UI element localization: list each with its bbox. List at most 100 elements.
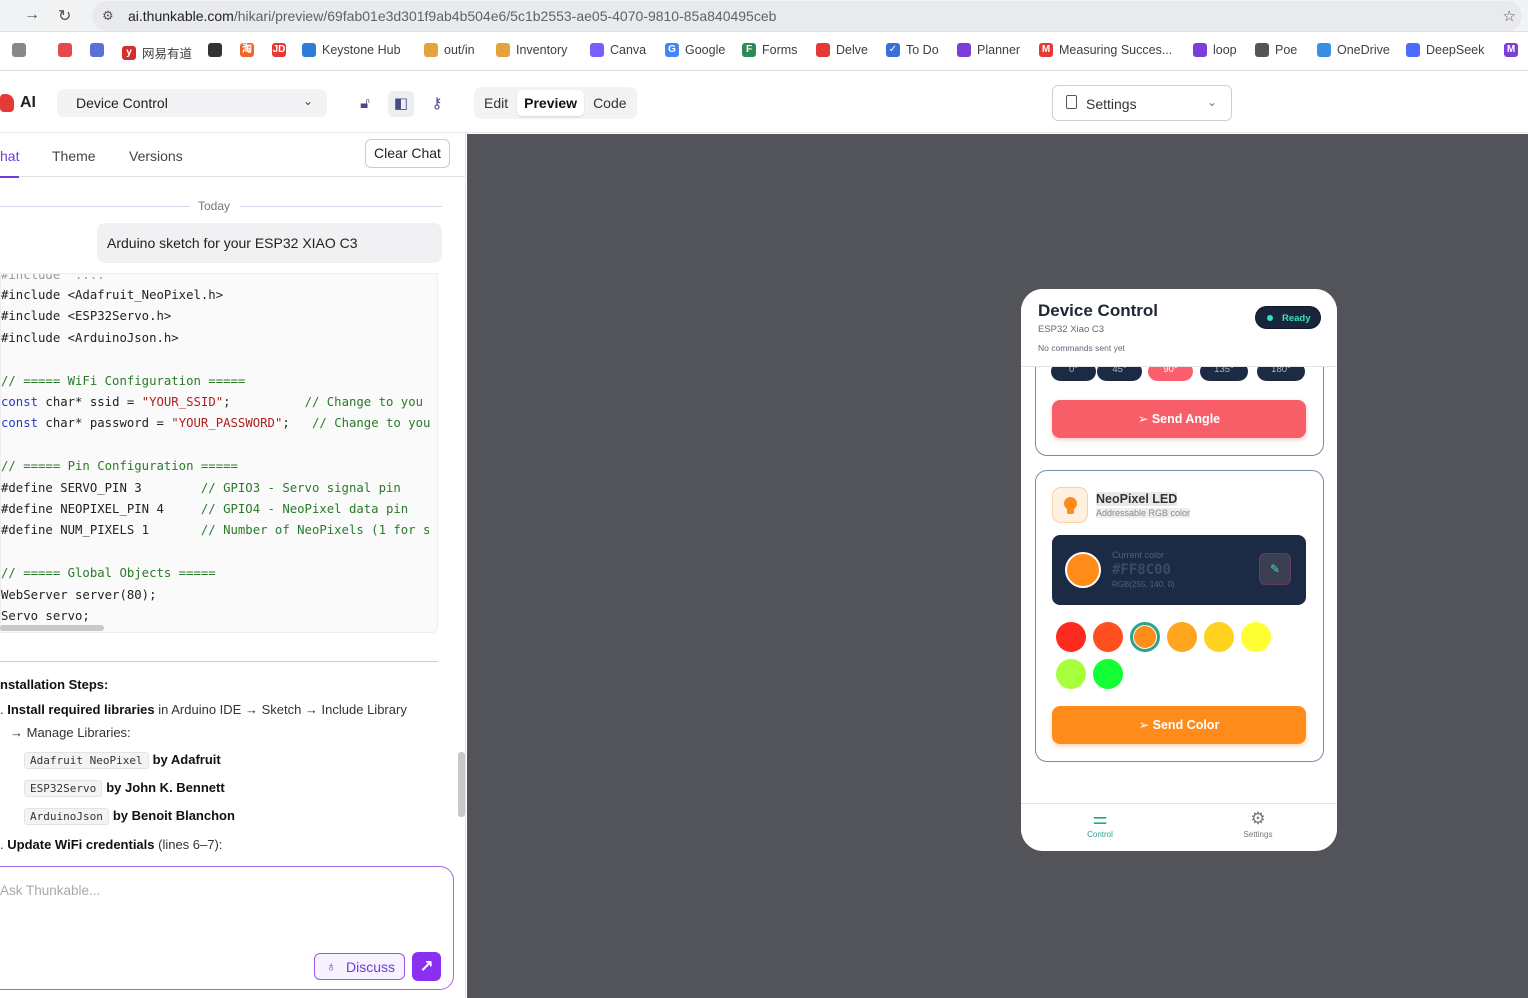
status-dot-icon: [1267, 315, 1273, 321]
lock-icon[interactable]: 🔓︎: [352, 91, 378, 117]
bookmark-item[interactable]: [208, 43, 222, 57]
discuss-button[interactable]: ♁ Discuss: [314, 953, 405, 980]
forward-icon[interactable]: →: [24, 6, 40, 24]
bookmark-favicon-icon: [1406, 43, 1420, 57]
bookmark-item[interactable]: F Forms: [742, 43, 797, 57]
code-token: // Change to you: [304, 395, 424, 409]
color-swatch[interactable]: [1167, 622, 1197, 652]
bookmark-item[interactable]: Delve: [816, 43, 868, 57]
lib-name: Adafruit NeoPixel: [24, 752, 149, 769]
code-token: ;: [282, 416, 312, 431]
discuss-label: Discuss: [346, 959, 396, 975]
bookmark-item[interactable]: OneDrive: [1317, 43, 1390, 57]
chevron-down-icon: ⌄: [302, 94, 313, 108]
bookmark-item[interactable]: [12, 43, 26, 57]
color-swatch[interactable]: [1056, 622, 1086, 652]
bookmark-favicon-icon: [58, 43, 72, 57]
bottom-nav: ⚌ Control ⚙ Settings: [1021, 803, 1337, 851]
code-token: #define NEOPIXEL_PIN 4: [1, 502, 201, 516]
site-info-icon[interactable]: ⚙: [102, 8, 114, 24]
bookmark-favicon-icon: [590, 43, 604, 57]
color-swatch[interactable]: [1093, 659, 1123, 689]
key-icon[interactable]: ⚷: [424, 91, 450, 117]
color-swatch[interactable]: [1241, 622, 1271, 652]
code-line: WebServer server(80);: [1, 588, 156, 602]
color-swatch[interactable]: [1093, 622, 1123, 652]
current-color-panel: Current color #FF8C00 RGB(255, 140, 0) ✎: [1052, 535, 1306, 605]
color-swatch[interactable]: [1056, 659, 1086, 689]
bookmark-item[interactable]: M Measuring Succes...: [1039, 43, 1172, 57]
bookmark-favicon-icon: 淘: [240, 43, 254, 57]
bookmark-item[interactable]: Canva: [590, 43, 646, 57]
reload-icon[interactable]: ↻: [58, 6, 71, 26]
bookmark-item[interactable]: Poe: [1255, 43, 1297, 57]
bookmark-item[interactable]: M: [1504, 43, 1518, 57]
current-color-label: Current color: [1112, 550, 1165, 560]
bookmark-item[interactable]: DeepSeek: [1406, 43, 1484, 57]
code-scrollbar[interactable]: [0, 625, 104, 631]
logo-icon: [0, 94, 14, 112]
bookmark-item[interactable]: [58, 43, 72, 57]
color-swatch[interactable]: [1130, 622, 1160, 652]
tab-theme[interactable]: Theme: [52, 148, 96, 164]
step-number: .: [0, 702, 4, 717]
edit-color-button[interactable]: ✎: [1259, 553, 1291, 585]
code-token: // ===== Global Objects =====: [1, 566, 216, 581]
bookmark-favicon-icon: ✓: [886, 43, 900, 57]
bookmark-item[interactable]: Planner: [957, 43, 1020, 57]
clear-chat-button[interactable]: Clear Chat: [365, 139, 450, 168]
separator-line: [0, 206, 190, 207]
bookmark-favicon-icon: JD: [272, 43, 286, 57]
code-token: // GPIO4 - NeoPixel data pin: [200, 502, 409, 516]
install-step-2: . Update WiFi credentials (lines 6–7):: [0, 837, 222, 852]
code-line: #define SERVO_PIN 3 // GPIO3 - Servo sig…: [1, 481, 401, 495]
tab-preview[interactable]: Preview: [517, 90, 585, 116]
bookmark-favicon-icon: G: [665, 43, 679, 57]
bookmark-item[interactable]: [90, 43, 104, 57]
bookmark-item[interactable]: Keystone Hub: [302, 43, 401, 57]
address-bar[interactable]: ⚙ ai.thunkable.com/hikari/preview/69fab0…: [92, 1, 1522, 31]
settings-select[interactable]: Settings ⌄: [1052, 85, 1232, 121]
code-line: #include <ArduinoJson.h>: [1, 331, 179, 345]
send-color-button[interactable]: ➢ Send Color: [1052, 706, 1306, 744]
tab-edit[interactable]: Edit: [477, 90, 515, 116]
color-swatch[interactable]: [1204, 622, 1234, 652]
bookmark-favicon-icon: [90, 43, 104, 57]
current-color-hex: #FF8C00: [1112, 562, 1172, 578]
tab-chat[interactable]: hat: [0, 148, 20, 178]
chat-input[interactable]: Ask Thunkable... ♁ Discuss ↗: [0, 866, 454, 990]
code-block[interactable]: #include "...." #include <Adafruit_NeoPi…: [0, 273, 438, 633]
bookmark-item[interactable]: 淘: [240, 43, 254, 57]
nav-control[interactable]: ⚌ Control: [1060, 810, 1140, 840]
panel-toggle-icon[interactable]: ◧: [388, 91, 414, 117]
code-token: // ===== WiFi Configuration =====: [1, 373, 246, 388]
chat-scrollbar[interactable]: [458, 752, 465, 817]
bookmark-item[interactable]: JD: [272, 43, 286, 57]
code-token: // GPIO3 - Servo signal pin: [200, 480, 401, 495]
nav-settings[interactable]: ⚙ Settings: [1218, 810, 1298, 840]
install-step-1: . Install required libraries in Arduino …: [0, 702, 407, 717]
bookmark-item[interactable]: out/in: [424, 43, 475, 57]
tab-code[interactable]: Code: [586, 90, 633, 116]
user-message: Arduino sketch for your ESP32 XIAO C3: [97, 223, 442, 263]
bookmark-item[interactable]: loop: [1193, 43, 1237, 57]
code-line: const char* ssid = "YOUR_SSID"; // Chang…: [1, 395, 423, 409]
bookmark-label: Inventory: [516, 43, 568, 57]
device-subtitle: ESP32 Xiao C3: [1038, 324, 1105, 335]
bookmark-item[interactable]: G Google: [665, 43, 725, 57]
send-button[interactable]: ↗: [412, 952, 441, 981]
current-color-swatch: [1065, 552, 1101, 588]
bookmark-label: Canva: [610, 43, 647, 57]
bookmark-item[interactable]: ✓ To Do: [886, 43, 939, 57]
bookmark-item[interactable]: y 网易有道: [122, 43, 192, 62]
project-select[interactable]: Device Control ⌄: [57, 89, 327, 117]
bookmark-star-icon[interactable]: ☆: [1503, 7, 1516, 25]
arrow-up-right-icon: ↗: [419, 957, 434, 976]
phone-preview: Device Control ESP32 Xiao C3 No commands…: [1021, 289, 1337, 851]
url-path: /hikari/preview/69fab01e3d301f9ab4b504e6…: [233, 8, 777, 24]
bookmark-favicon-icon: [302, 43, 316, 57]
lib-name: ArduinoJson: [24, 808, 109, 825]
bookmark-item[interactable]: Inventory: [496, 43, 567, 57]
tab-versions[interactable]: Versions: [129, 148, 183, 164]
send-angle-button[interactable]: ➢ Send Angle: [1052, 400, 1306, 438]
